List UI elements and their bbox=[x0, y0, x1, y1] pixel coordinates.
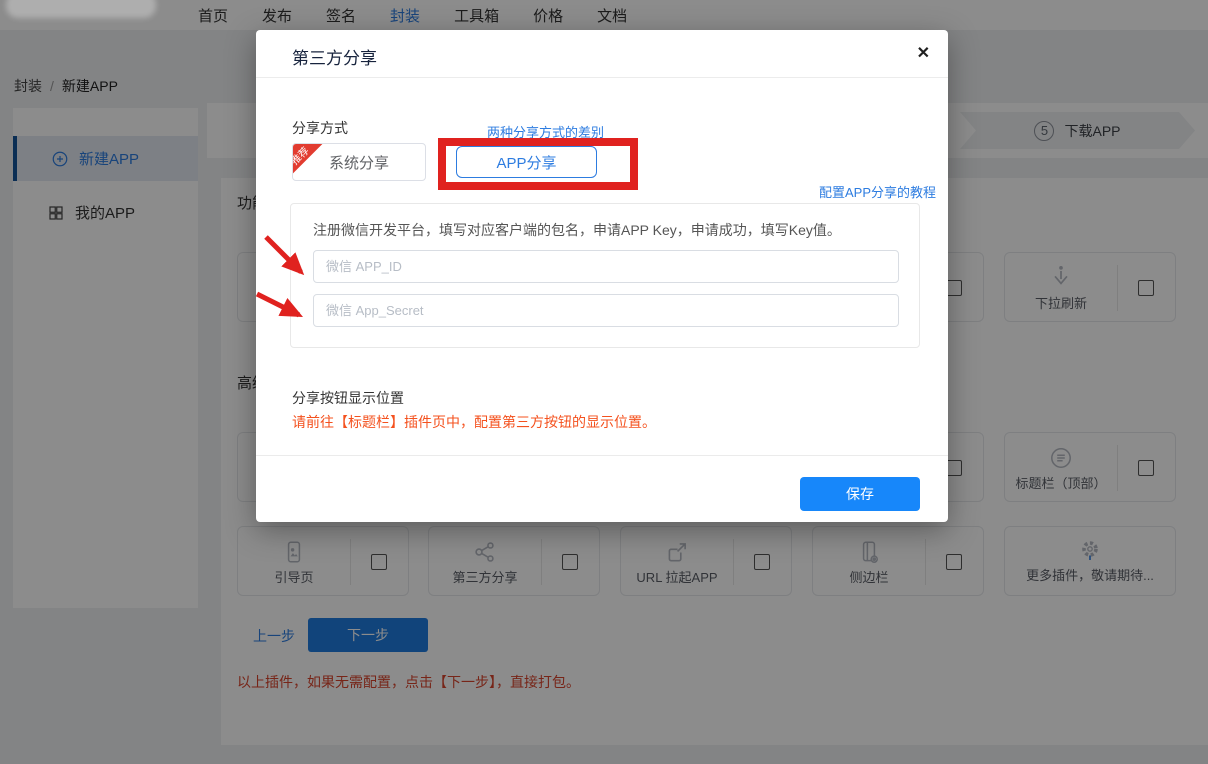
share-button-position-note: 请前往【标题栏】插件页中，配置第三方按钮的显示位置。 bbox=[292, 412, 656, 432]
share-mode-diff-link[interactable]: 两种分享方式的差别 bbox=[487, 122, 604, 141]
system-share-label: 系统分享 bbox=[329, 155, 389, 172]
system-share-tab[interactable]: 推荐 系统分享 bbox=[292, 143, 426, 181]
app-share-tutorial-link[interactable]: 配置APP分享的教程 bbox=[819, 182, 936, 201]
recommend-ribbon: 推荐 bbox=[292, 143, 326, 181]
wechat-instruction: 注册微信开发平台，填写对应客户端的包名，申请APP Key，申请成功，填写Key… bbox=[313, 220, 841, 240]
logo bbox=[6, 0, 156, 18]
third-party-share-modal: 第三方分享 ✕ 分享方式 两种分享方式的差别 推荐 系统分享 APP分享 配置A… bbox=[256, 30, 948, 522]
modal-footer-divider bbox=[256, 455, 948, 456]
wechat-appsecret-input[interactable] bbox=[313, 294, 899, 327]
modal-header: 第三方分享 ✕ bbox=[256, 30, 948, 78]
share-mode-label: 分享方式 bbox=[292, 118, 348, 138]
save-button[interactable]: 保存 bbox=[800, 477, 920, 511]
close-icon[interactable]: ✕ bbox=[917, 43, 930, 63]
wechat-appid-input[interactable] bbox=[313, 250, 899, 283]
share-button-position-label: 分享按钮显示位置 bbox=[292, 388, 404, 408]
wechat-config-panel: 注册微信开发平台，填写对应客户端的包名，申请APP Key，申请成功，填写Key… bbox=[290, 203, 920, 348]
app-share-tab[interactable]: APP分享 bbox=[456, 146, 597, 178]
app-root: 首页 发布 签名 封装 工具箱 价格 文档 封装/新建APP 新建APP 我的A… bbox=[0, 0, 1208, 764]
modal-title: 第三方分享 bbox=[292, 44, 377, 69]
ribbon-label: 推荐 bbox=[292, 146, 312, 169]
